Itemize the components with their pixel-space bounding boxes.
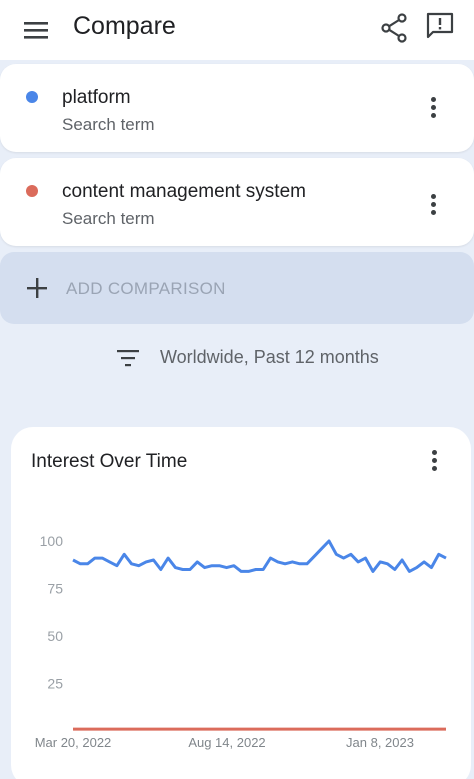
add-comparison-button[interactable]: ADD COMPARISON [0,252,474,324]
more-options-icon[interactable] [423,192,443,220]
search-term-card-platform[interactable]: platform Search term [0,64,474,152]
hamburger-menu-icon[interactable] [20,16,52,44]
y-tick-label: 25 [47,676,63,692]
feedback-icon[interactable] [424,10,456,42]
series-color-dot [26,185,38,197]
app-bar: Compare [0,0,474,60]
more-options-icon[interactable] [423,95,443,123]
interest-over-time-card: Interest Over Time 100 75 50 25 Mar 20, 2022… [11,427,471,779]
add-comparison-label: ADD COMPARISON [66,279,226,298]
y-tick-label: 50 [47,628,63,644]
search-term-name: content management system [62,181,306,202]
filter-selector[interactable]: Worldwide, Past 12 months [0,330,474,390]
y-tick-label: 75 [47,581,63,597]
share-icon[interactable] [378,12,410,44]
x-tick-label: Jan 8, 2023 [346,735,414,750]
filter-icon [117,350,139,367]
x-tick-label: Aug 14, 2022 [188,735,265,750]
page-title: Compare [73,12,176,40]
search-term-name: platform [62,87,131,108]
search-term-card-cms[interactable]: content management system Search term [0,158,474,246]
plus-icon [27,278,47,298]
filter-label: Worldwide, Past 12 months [160,347,379,367]
search-term-type: Search term [62,209,155,228]
y-tick-label: 100 [40,533,64,549]
series-line-platform [72,539,447,573]
x-tick-label: Mar 20, 2022 [35,735,112,750]
series-color-dot [26,91,38,103]
line-chart: 100 75 50 25 Mar 20, 2022 Aug 14, 2022 Jan 8, … [35,533,447,750]
search-term-type: Search term [62,115,155,134]
